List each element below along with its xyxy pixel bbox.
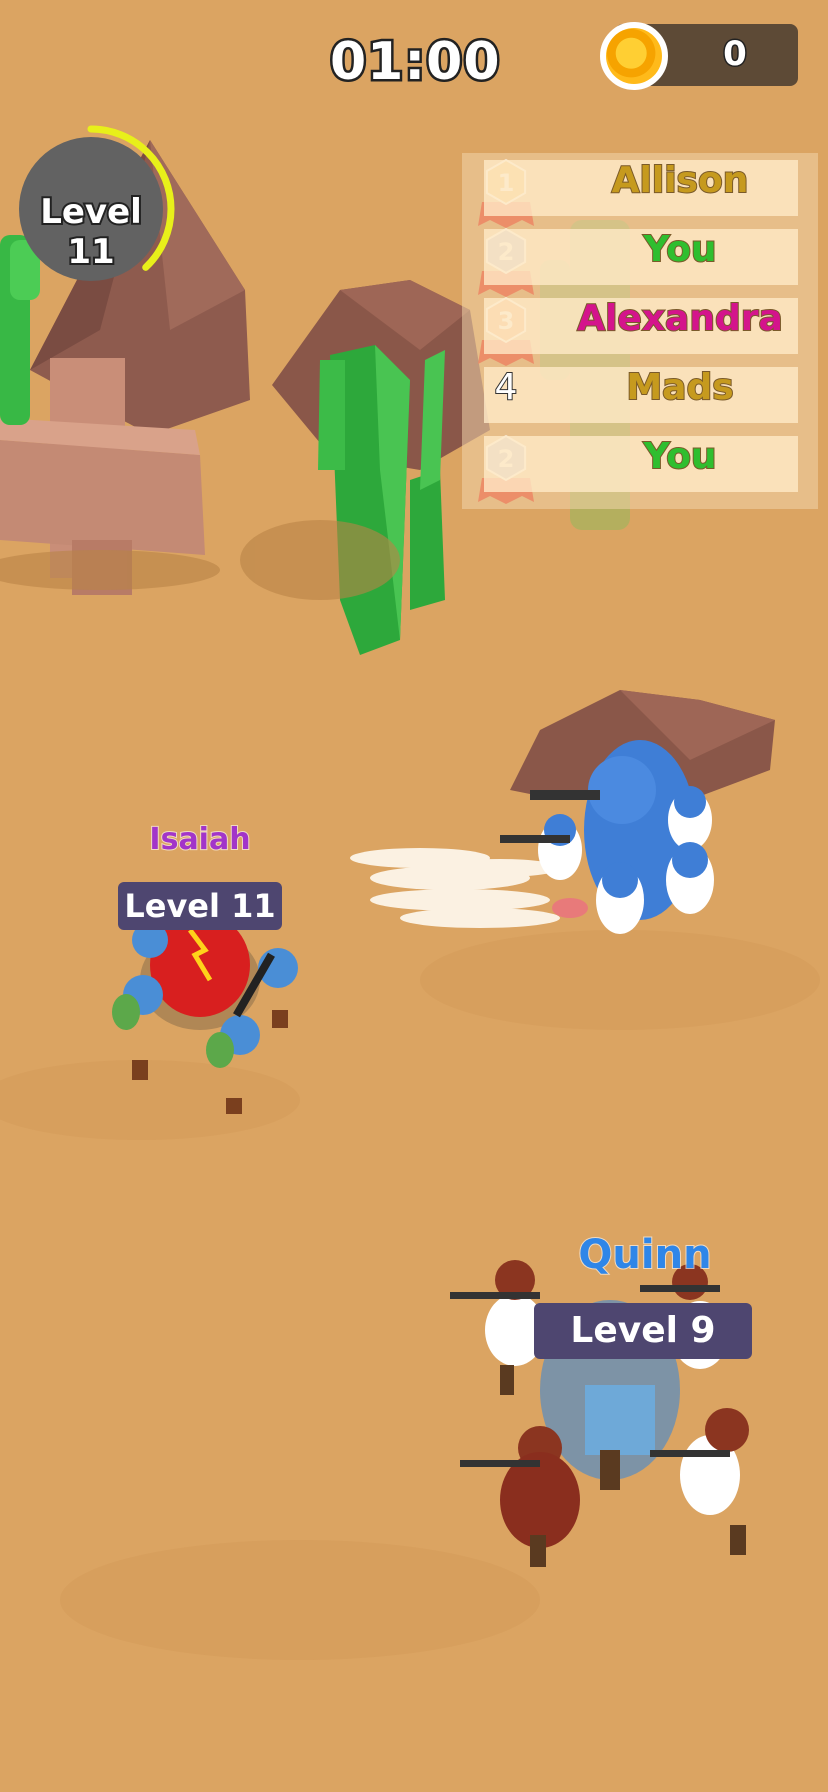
player-level-tag-isaiah: Level 11 — [118, 882, 282, 930]
player-level-tag-quinn: Level 9 — [534, 1303, 752, 1359]
player-name-quinn: Quinn — [577, 1231, 712, 1279]
player-level-label: Level 11 — [38, 190, 144, 274]
coin-icon — [600, 22, 668, 90]
match-timer: 01:00 — [328, 30, 503, 95]
coin-count: 0 — [722, 33, 749, 76]
rank-number: 4 — [494, 366, 519, 409]
leaderboard-player-name: Allison — [611, 159, 750, 202]
leaderboard-player-name: You — [642, 435, 717, 478]
leaderboard-player-name: Alexandra — [576, 297, 784, 340]
leaderboard-player-name: Mads — [625, 366, 734, 409]
player-name-isaiah: Isaiah — [148, 821, 251, 858]
leaderboard-player-name: You — [642, 228, 717, 271]
